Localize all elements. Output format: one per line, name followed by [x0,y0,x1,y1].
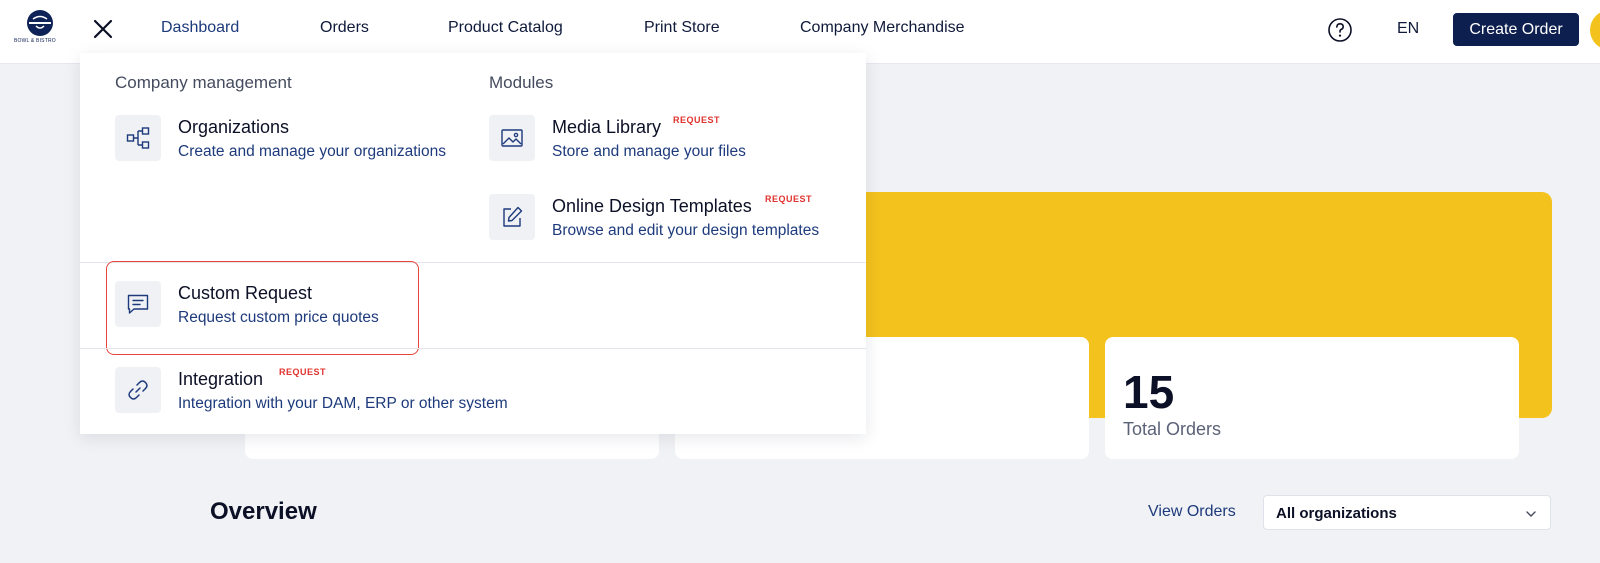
message-icon [127,294,149,314]
menu-item-organizations[interactable]: Organizations Create and manage your org… [115,115,465,171]
mega-menu-panel: Company management Modules Organizations… [80,53,866,434]
create-order-button[interactable]: Create Order [1453,13,1579,46]
icon-container [489,115,535,161]
organization-select[interactable]: All organizations [1263,495,1551,530]
chevron-down-icon [1526,511,1536,517]
menu-item-title: Media Library [552,117,662,137]
link-icon [128,380,148,400]
logo-text: BOWL & BISTRO [14,38,56,44]
menu-item-description: Integration with your DAM, ERP or other … [178,395,508,412]
menu-item-title: Custom Request [178,283,313,303]
close-menu-button[interactable] [90,16,116,42]
icon-container [489,194,535,240]
menu-item-custom-request[interactable]: Custom Request Request custom price quot… [115,281,395,337]
request-badge: REQUEST [765,194,813,204]
menu-item-description: Store and manage your files [552,143,746,160]
menu-item-integration[interactable]: Integration REQUEST Integration with you… [115,367,535,423]
nav-product-catalog[interactable]: Product Catalog [448,19,563,37]
menu-item-media-library[interactable]: Media Library REQUEST Store and manage y… [489,115,829,171]
nav-company-merchandise[interactable]: Company Merchandise [800,19,965,37]
logo-icon [27,10,53,36]
menu-item-description: Browse and edit your design templates [552,222,820,239]
menu-item-title: Integration [178,369,264,389]
nav-orders[interactable]: Orders [320,19,369,37]
organization-select-value: All organizations [1276,505,1397,522]
menu-item-title: Organizations [178,117,290,137]
icon-container [115,367,161,413]
divider [80,348,866,349]
divider [80,262,866,263]
icon-container [115,281,161,327]
overview-title: Overview [210,498,317,525]
request-badge: REQUEST [279,367,327,377]
nav-dashboard[interactable]: Dashboard [161,19,239,37]
language-selector[interactable]: EN [1397,20,1419,38]
stat-value: 15 [1123,366,1175,418]
menu-item-title: Online Design Templates [552,196,752,216]
stat-card-total-orders: 15 Total Orders [1105,337,1519,459]
request-badge: REQUEST [673,115,721,125]
menu-item-online-design-templates[interactable]: Online Design Templates REQUEST Browse a… [489,194,839,250]
section-title-modules: Modules [489,73,554,92]
avatar[interactable] [1590,10,1600,50]
stat-label: Total Orders [1123,419,1222,439]
icon-container [115,115,161,161]
nav-print-store[interactable]: Print Store [644,19,720,37]
section-title-company-management: Company management [115,73,292,92]
image-icon [501,129,523,147]
view-orders-link[interactable]: View Orders [1148,503,1236,521]
help-icon [1328,18,1352,42]
help-button[interactable] [1327,17,1353,43]
hierarchy-icon [126,127,150,149]
menu-item-description: Create and manage your organizations [178,143,446,160]
close-icon [93,19,113,39]
menu-item-description: Request custom price quotes [178,309,379,326]
edit-icon [503,206,523,227]
